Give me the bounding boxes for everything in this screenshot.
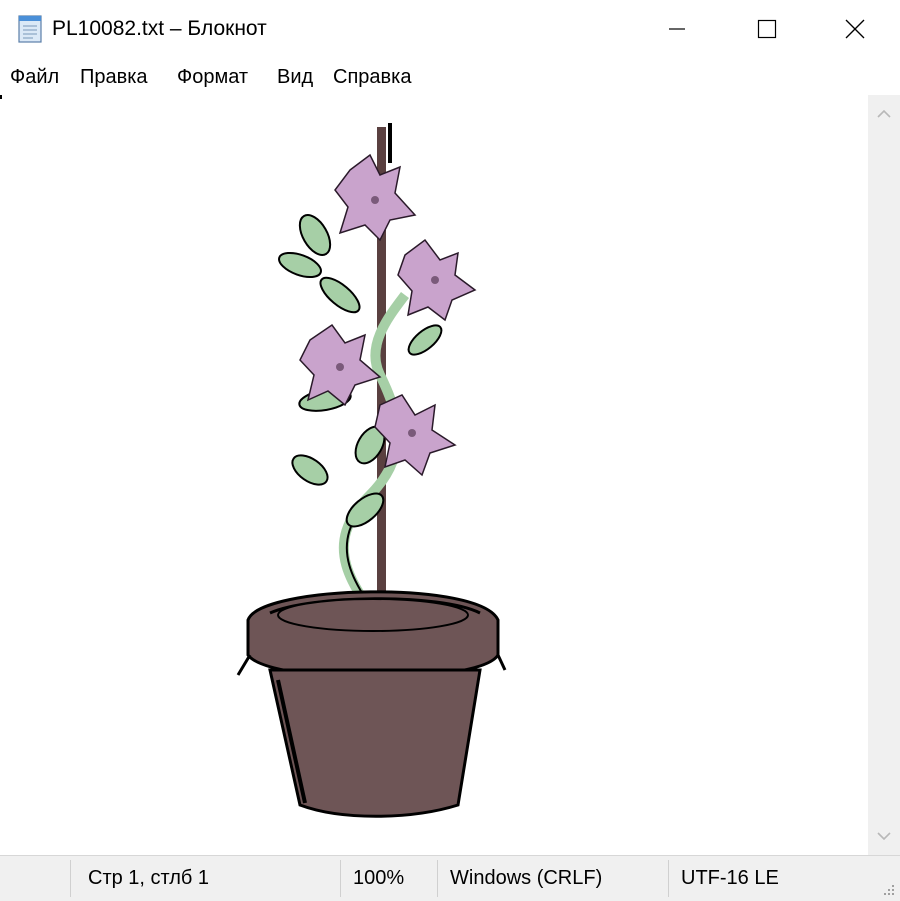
status-separator	[70, 860, 71, 897]
menu-item-edit[interactable]: Правка	[80, 64, 148, 90]
status-line-endings: Windows (CRLF)	[450, 867, 603, 889]
vertical-scrollbar[interactable]	[868, 95, 900, 855]
minimize-icon	[669, 27, 685, 30]
maximize-button[interactable]	[722, 0, 812, 57]
status-cursor-position: Стр 1, стлб 1	[88, 867, 210, 889]
plant-ascii-art	[236, 123, 507, 818]
menu-item-view[interactable]: Вид	[277, 64, 313, 90]
menu-item-help[interactable]: Справка	[333, 64, 411, 90]
status-encoding: UTF-16 LE	[681, 867, 779, 889]
menu-bar: Файл Правка Формат Вид Справка	[0, 57, 900, 96]
resize-grip-icon[interactable]	[880, 881, 896, 897]
chevron-down-icon	[877, 832, 891, 841]
close-icon	[845, 19, 865, 38]
chevron-up-icon	[877, 109, 891, 118]
maximize-icon	[757, 19, 777, 38]
menu-item-format[interactable]: Формат	[177, 64, 248, 90]
scroll-up-button[interactable]	[868, 97, 900, 131]
title-bar[interactable]: PL10082.txt – Блокнот	[0, 0, 900, 57]
close-button[interactable]	[810, 0, 900, 57]
minimize-button[interactable]	[632, 0, 722, 57]
scroll-down-button[interactable]	[868, 819, 900, 853]
text-editor[interactable]	[0, 95, 868, 855]
notepad-icon	[18, 15, 42, 43]
text-caret	[0, 95, 2, 99]
status-bar: Стр 1, стлб 1 100% Windows (CRLF) UTF-16…	[0, 855, 900, 901]
menu-item-file[interactable]: Файл	[10, 64, 59, 90]
status-separator	[437, 860, 438, 897]
window-title: PL10082.txt – Блокнот	[52, 17, 267, 40]
status-separator	[340, 860, 341, 897]
status-zoom: 100%	[353, 867, 405, 889]
status-separator	[668, 860, 669, 897]
